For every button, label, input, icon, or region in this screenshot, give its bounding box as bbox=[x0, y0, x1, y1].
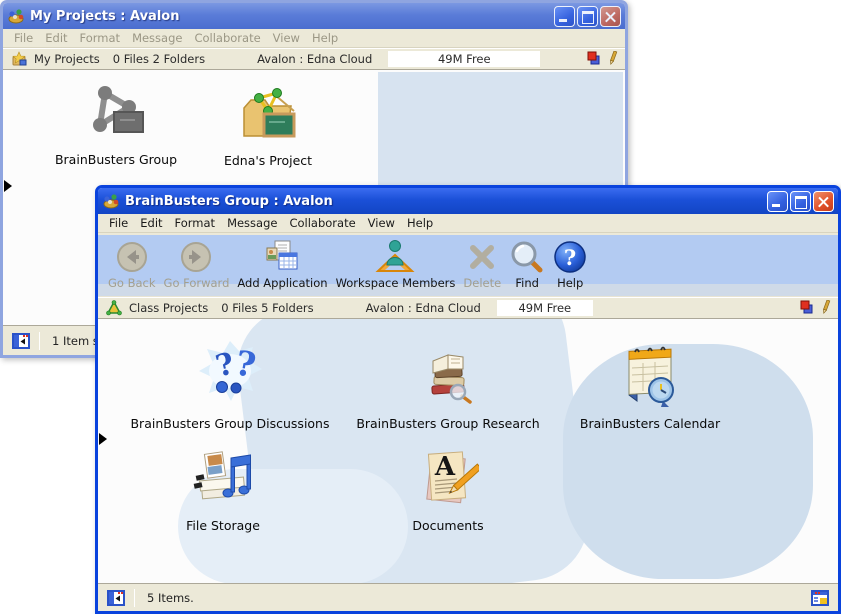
delete-button[interactable]: Delete bbox=[459, 239, 505, 291]
workspace-members-icon bbox=[375, 239, 415, 275]
workspace-members-button[interactable]: Workspace Members bbox=[332, 239, 460, 291]
item-group-discussions[interactable]: ? ? BrainBusters Group Discussions bbox=[115, 339, 345, 431]
close-button[interactable] bbox=[600, 6, 621, 27]
minimize-button[interactable] bbox=[554, 6, 575, 27]
item-count-text: 1 Item s bbox=[52, 334, 99, 348]
file-storage-icon bbox=[190, 445, 256, 515]
status-bar: 5 Items. bbox=[98, 583, 838, 611]
pencil-icon[interactable] bbox=[607, 51, 619, 68]
window-title: My Projects : Avalon bbox=[30, 9, 554, 24]
project-folder-icon bbox=[237, 84, 299, 150]
menu-bar: File Edit Format Message Collaborate Vie… bbox=[98, 214, 838, 233]
menu-help[interactable]: Help bbox=[306, 30, 344, 46]
workspace-list-pane-icon[interactable] bbox=[12, 333, 30, 349]
workspace-app-icon bbox=[7, 7, 25, 25]
delete-x-icon bbox=[466, 239, 498, 275]
go-forward-icon bbox=[179, 239, 213, 275]
find-magnifier-icon bbox=[509, 239, 545, 275]
group-network-gray-icon bbox=[83, 79, 149, 149]
go-back-icon bbox=[115, 239, 149, 275]
menu-collaborate[interactable]: Collaborate bbox=[188, 30, 266, 46]
menu-edit[interactable]: Edit bbox=[39, 30, 73, 46]
calendar-clock-icon bbox=[617, 343, 683, 413]
menu-format[interactable]: Format bbox=[74, 30, 127, 46]
item-label: BrainBusters Group Research bbox=[356, 416, 539, 431]
free-space-indicator: 49M Free bbox=[388, 51, 540, 67]
item-ednas-project[interactable]: Edna's Project bbox=[193, 84, 343, 168]
item-calendar[interactable]: BrainBusters Calendar bbox=[550, 343, 750, 431]
workspace-content-area: ? ? BrainBusters Group Discussions bbox=[98, 319, 838, 583]
item-label: BrainBusters Calendar bbox=[580, 416, 720, 431]
file-folder-counts: 0 Files 2 Folders bbox=[113, 52, 205, 66]
documents-icon: A bbox=[417, 447, 479, 515]
account-name: Avalon : Edna Cloud bbox=[257, 52, 372, 66]
menu-format[interactable]: Format bbox=[169, 215, 222, 231]
titlebar-brainbusters-group[interactable]: BrainBusters Group : Avalon bbox=[98, 188, 838, 214]
workspace-info-bar: My Projects 0 Files 2 Folders Avalon : E… bbox=[3, 48, 625, 70]
window-controls bbox=[554, 6, 621, 27]
item-label: Documents bbox=[412, 518, 483, 533]
help-icon: ? bbox=[553, 239, 587, 275]
go-forward-button[interactable]: Go Forward bbox=[160, 239, 234, 291]
menu-message[interactable]: Message bbox=[221, 215, 283, 231]
pencil-icon[interactable] bbox=[820, 300, 832, 317]
my-projects-icon bbox=[11, 51, 27, 67]
maximize-button[interactable] bbox=[577, 6, 598, 27]
close-button[interactable] bbox=[813, 191, 834, 212]
svg-text:A: A bbox=[434, 452, 456, 482]
workspace-app-icon bbox=[102, 192, 120, 210]
menu-collaborate[interactable]: Collaborate bbox=[283, 215, 361, 231]
research-books-icon bbox=[415, 343, 481, 413]
menu-message[interactable]: Message bbox=[126, 30, 188, 46]
item-file-storage[interactable]: File Storage bbox=[143, 445, 303, 533]
item-count-text: 5 Items. bbox=[147, 591, 194, 605]
menu-edit[interactable]: Edit bbox=[134, 215, 168, 231]
titlebar-my-projects[interactable]: My Projects : Avalon bbox=[3, 3, 625, 29]
workspace-name: Class Projects bbox=[129, 301, 208, 315]
menu-file[interactable]: File bbox=[8, 30, 39, 46]
toolbar: Go Back Go Forward bbox=[98, 233, 838, 297]
item-label: BrainBusters Group bbox=[55, 152, 177, 167]
item-group-research[interactable]: BrainBusters Group Research bbox=[338, 343, 558, 431]
menu-view[interactable]: View bbox=[267, 30, 306, 46]
item-brainbusters-group[interactable]: BrainBusters Group bbox=[31, 79, 201, 167]
menu-file[interactable]: File bbox=[103, 215, 134, 231]
workspace-name: My Projects bbox=[34, 52, 100, 66]
account-name: Avalon : Edna Cloud bbox=[366, 301, 481, 315]
panel-expander-arrow[interactable] bbox=[4, 180, 12, 192]
item-label: Edna's Project bbox=[224, 153, 312, 168]
window-controls bbox=[767, 191, 834, 212]
layers-icon[interactable] bbox=[800, 300, 815, 317]
svg-text:?: ? bbox=[564, 245, 576, 270]
menu-bar: File Edit Format Message Collaborate Vie… bbox=[3, 29, 625, 48]
navigation-pane-icon[interactable] bbox=[811, 590, 829, 606]
menu-help[interactable]: Help bbox=[401, 215, 439, 231]
item-label: File Storage bbox=[186, 518, 260, 533]
window-brainbusters-group: BrainBusters Group : Avalon File Edit Fo… bbox=[95, 185, 841, 614]
discussions-icon: ? ? bbox=[195, 339, 265, 413]
workspace-list-pane-icon[interactable] bbox=[107, 590, 125, 606]
find-button[interactable]: Find bbox=[505, 239, 549, 291]
free-space-indicator: 49M Free bbox=[497, 300, 593, 316]
window-title: BrainBusters Group : Avalon bbox=[125, 194, 767, 209]
help-button[interactable]: ? Help bbox=[549, 239, 591, 291]
item-documents[interactable]: A Documents bbox=[368, 447, 528, 533]
add-application-icon bbox=[264, 239, 300, 275]
workspace-info-bar: Class Projects 0 Files 5 Folders Avalon … bbox=[98, 297, 838, 319]
layers-icon[interactable] bbox=[587, 51, 602, 68]
add-application-button[interactable]: Add Application bbox=[233, 239, 331, 291]
item-label: BrainBusters Group Discussions bbox=[130, 416, 329, 431]
go-back-button[interactable]: Go Back bbox=[104, 239, 160, 291]
class-projects-icon bbox=[106, 300, 122, 316]
minimize-button[interactable] bbox=[767, 191, 788, 212]
maximize-button[interactable] bbox=[790, 191, 811, 212]
menu-view[interactable]: View bbox=[362, 215, 401, 231]
file-folder-counts: 0 Files 5 Folders bbox=[221, 301, 313, 315]
panel-expander-arrow[interactable] bbox=[99, 433, 107, 445]
